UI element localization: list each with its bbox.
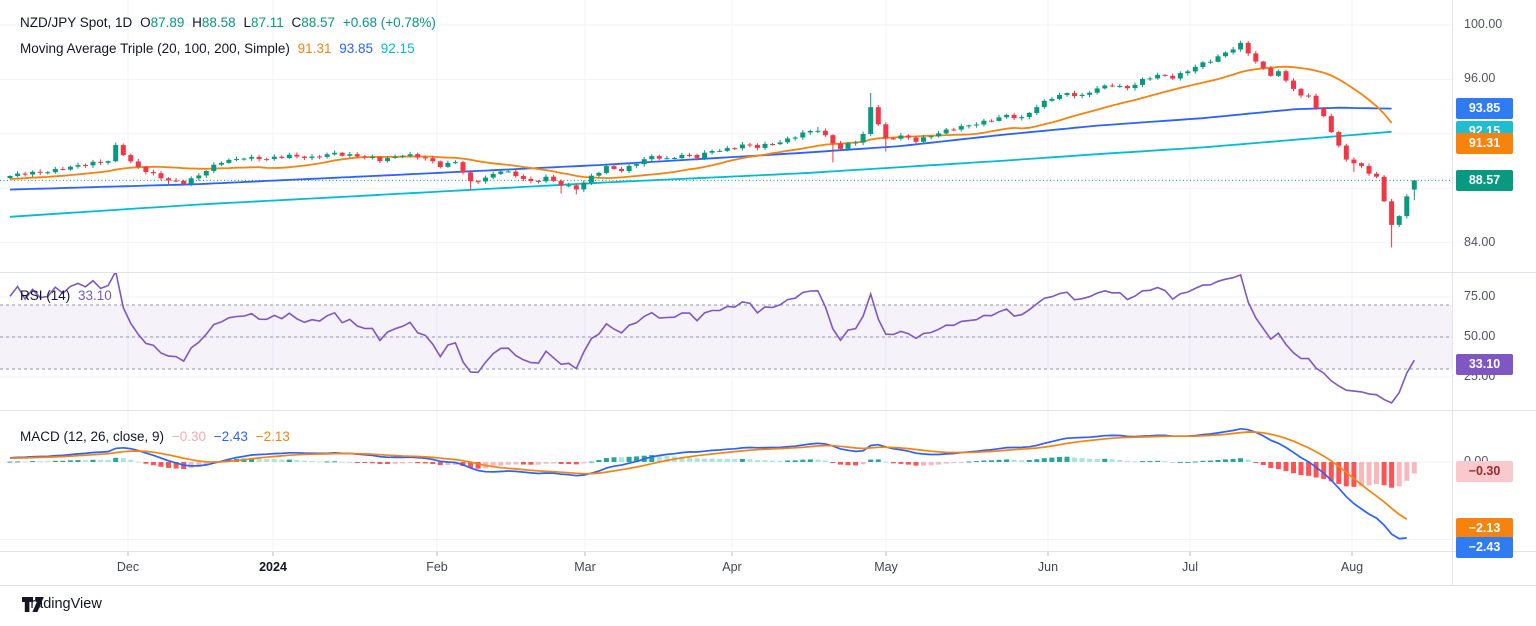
- macd-signal-badge: −2.13: [1456, 518, 1513, 539]
- time-axis-label-Mar: Mar: [550, 560, 620, 574]
- macd-label: MACD (12, 26, close, 9): [20, 429, 164, 444]
- rsi-value-badge: 33.10: [1456, 354, 1513, 375]
- time-axis-top-border: [0, 551, 1536, 552]
- last-price-badge: 88.57: [1456, 170, 1513, 191]
- ma20-price-badge: 91.31: [1456, 133, 1513, 154]
- price-axis-border: [1452, 0, 1453, 585]
- macd-line-value: −2.43: [214, 429, 248, 444]
- high-value: 88.58: [202, 15, 236, 30]
- open-value: 87.89: [151, 15, 185, 30]
- time-axis-label-Aug: Aug: [1317, 560, 1387, 574]
- price-tick-100.00: 100.00: [1464, 17, 1502, 31]
- time-axis-bottom-border: [0, 585, 1536, 586]
- ma20-value: 91.31: [298, 41, 332, 56]
- time-axis-label-Jun: Jun: [1013, 560, 1083, 574]
- low-label: L: [243, 15, 251, 30]
- change-value: +0.68 (+0.78%): [343, 15, 436, 30]
- time-axis-label-2024: 2024: [238, 560, 308, 574]
- high-label: H: [192, 15, 202, 30]
- rsi-value: 33.10: [78, 288, 112, 303]
- rsi-tick-75.00: 75.00: [1464, 289, 1495, 303]
- time-axis-label-Feb: Feb: [402, 560, 472, 574]
- rsi-tick-50.00: 50.00: [1464, 329, 1495, 343]
- low-value: 87.11: [251, 15, 284, 30]
- rsi-label: RSI (14): [20, 288, 70, 303]
- chart-root: NZD/JPY Spot, 1D O87.89 H88.58 L87.11 C8…: [0, 0, 1536, 626]
- ma200-value: 92.15: [381, 41, 415, 56]
- open-label: O: [140, 15, 151, 30]
- macd-line-badge: −2.43: [1456, 537, 1513, 558]
- time-axis-label-Jul: Jul: [1155, 560, 1225, 574]
- ma100-value: 93.85: [339, 41, 373, 56]
- macd-signal-value: −2.13: [256, 429, 290, 444]
- close-value: 88.57: [301, 15, 335, 30]
- panel-separator-rsi-macd[interactable]: [0, 410, 1536, 411]
- macd-hist-value: −0.30: [172, 429, 206, 444]
- ma-title: Moving Average Triple (20, 100, 200, Sim…: [20, 41, 290, 56]
- panel-separator-price-rsi[interactable]: [0, 272, 1536, 273]
- tradingview-brand[interactable]: TradingView: [22, 596, 102, 612]
- price-tick-96.00: 96.00: [1464, 71, 1495, 85]
- macd-hist-badge: −0.30: [1456, 461, 1513, 482]
- time-axis-label-Dec: Dec: [93, 560, 163, 574]
- symbol-legend[interactable]: NZD/JPY Spot, 1D O87.89 H88.58 L87.11 C8…: [20, 15, 440, 30]
- ma-legend[interactable]: Moving Average Triple (20, 100, 200, Sim…: [20, 41, 419, 56]
- close-label: C: [292, 15, 302, 30]
- macd-legend[interactable]: MACD (12, 26, close, 9) −0.30 −2.43 −2.1…: [20, 429, 294, 444]
- symbol-title: NZD/JPY Spot, 1D: [20, 15, 132, 30]
- ma100-price-badge: 93.85: [1456, 98, 1513, 119]
- time-axis-label-Apr: Apr: [697, 560, 767, 574]
- price-tick-84.00: 84.00: [1464, 235, 1495, 249]
- tradingview-logo-icon: [22, 596, 45, 613]
- time-axis-label-May: May: [851, 560, 921, 574]
- rsi-legend[interactable]: RSI (14) 33.10: [20, 288, 116, 303]
